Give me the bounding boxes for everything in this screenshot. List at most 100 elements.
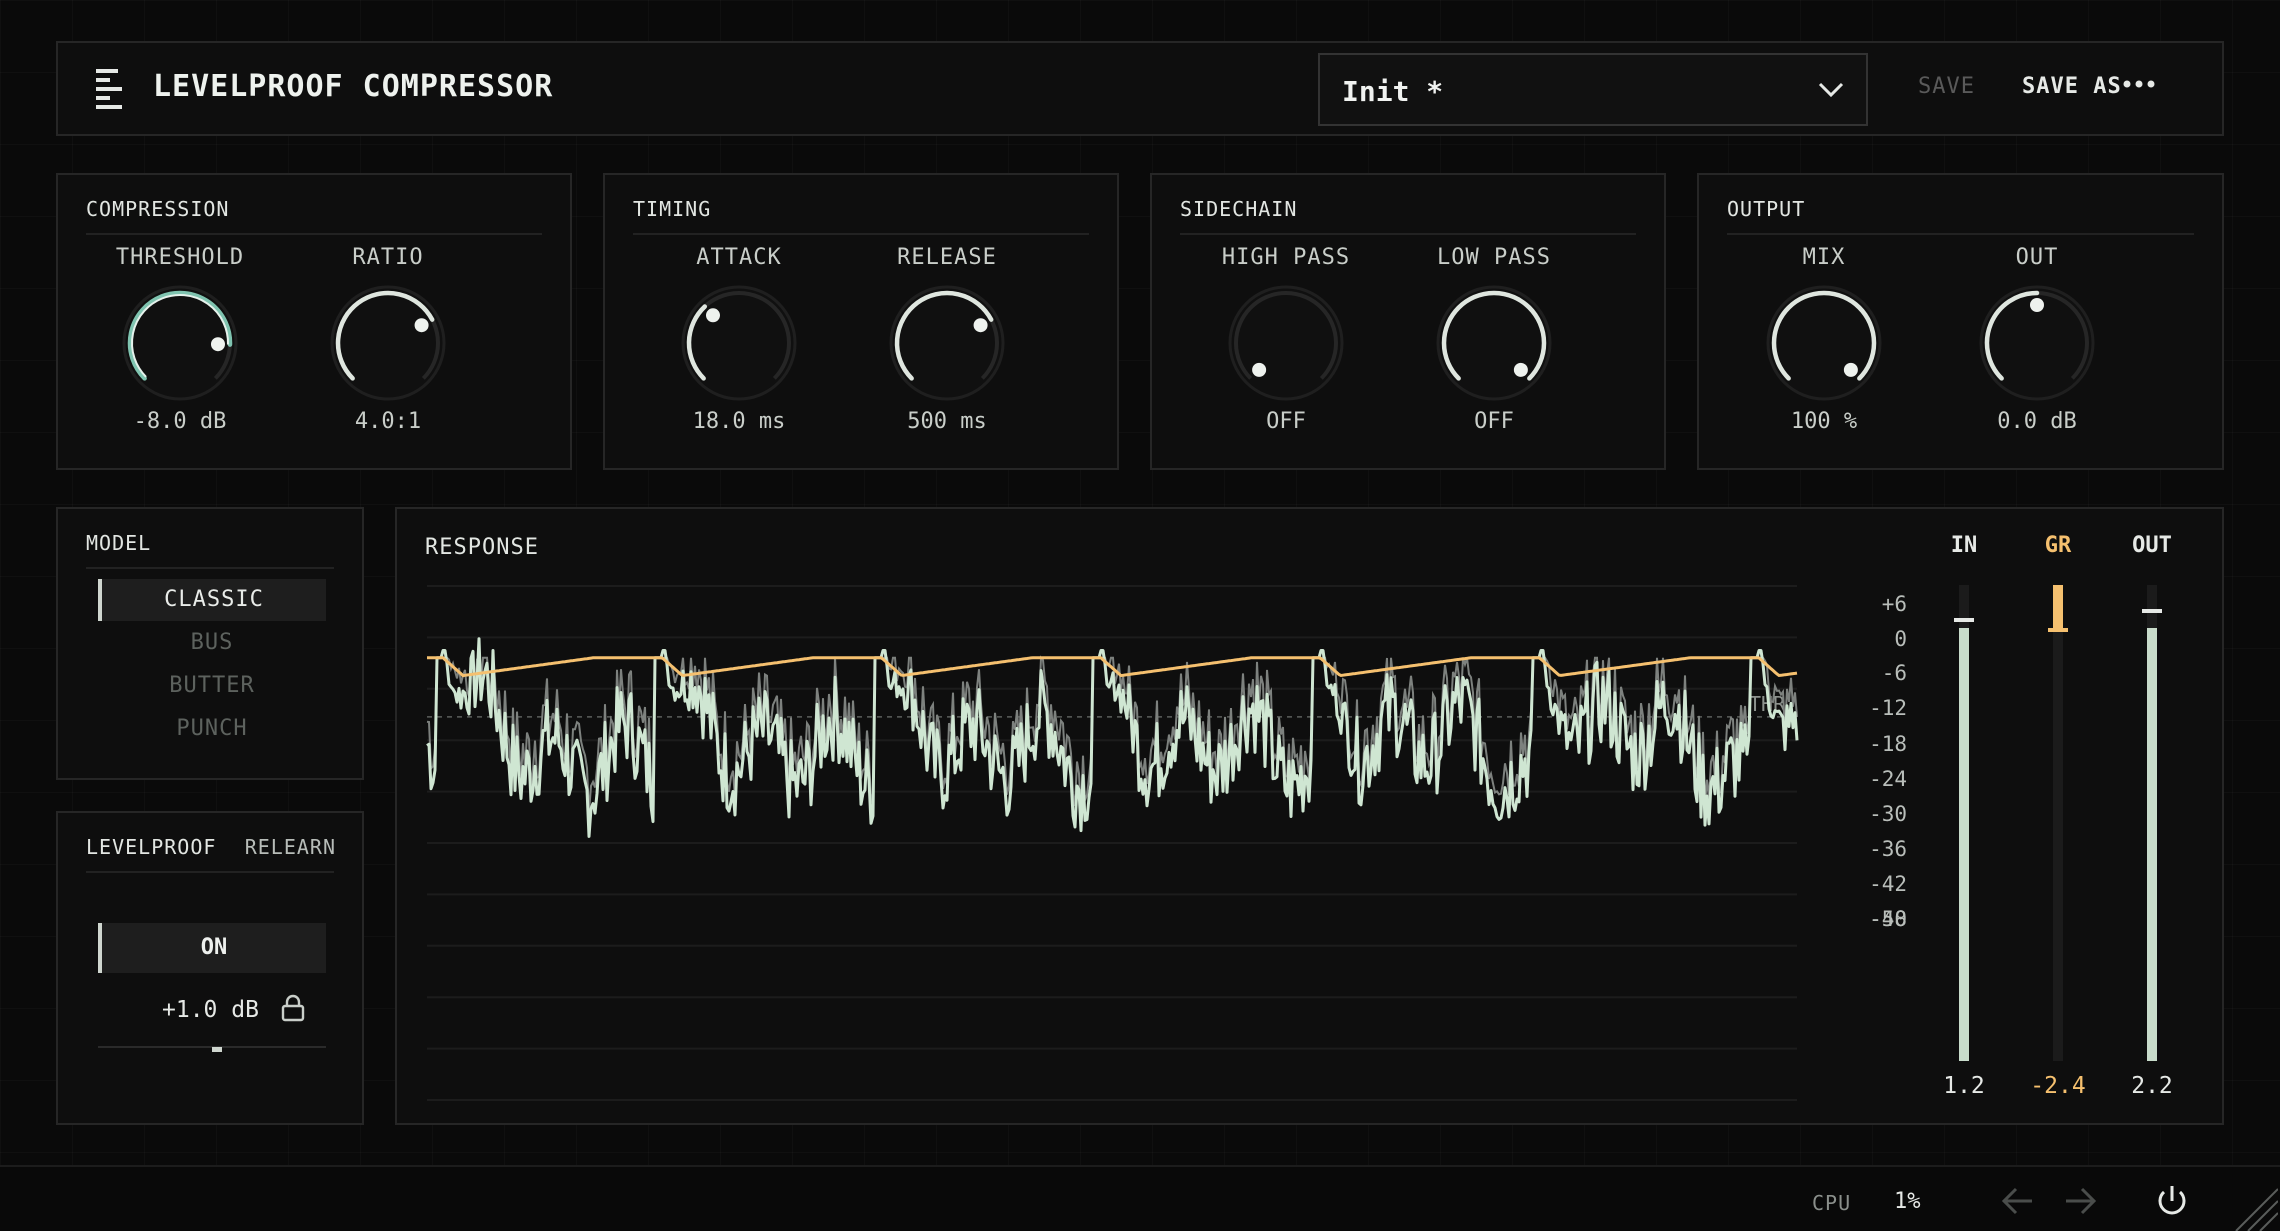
meter-value-gr: -2.4 — [2018, 1073, 2098, 1099]
out-label: OUT — [1952, 245, 2122, 270]
attack-label: ATTACK — [654, 245, 824, 270]
relearn-button[interactable]: RELEARN — [245, 835, 336, 859]
divider — [633, 233, 1089, 235]
attack-value: 18.0 ms — [654, 409, 824, 434]
preset-dropdown[interactable]: Init * — [1318, 53, 1868, 126]
header-bar: LEVELPROOF COMPRESSOR Init * SAVE SAVE A… — [56, 41, 2224, 136]
db-scale-label: -36 — [1847, 837, 1907, 861]
ratio-label: RATIO — [303, 245, 473, 270]
resize-grip-icon[interactable] — [2232, 1185, 2278, 1231]
attack-knob-group: ATTACK 18.0 ms — [654, 245, 824, 425]
db-scale-label: -30 — [1847, 802, 1907, 826]
db-scale-label: -24 — [1847, 767, 1907, 791]
model-section: MODEL CLASSIC BUS BUTTER PUNCH — [56, 507, 364, 780]
release-value: 500 ms — [862, 409, 1032, 434]
high-pass-knob[interactable] — [1226, 283, 1346, 403]
low-pass-label: LOW PASS — [1409, 245, 1579, 270]
model-item-butter[interactable]: BUTTER — [98, 665, 326, 707]
low-pass-value: OFF — [1409, 409, 1579, 434]
divider — [1727, 233, 2194, 235]
db-scale-label: -12 — [1847, 696, 1907, 720]
knob-indicator-dot — [706, 308, 720, 322]
knob-indicator-dot — [211, 337, 225, 351]
power-icon[interactable] — [2152, 1181, 2192, 1221]
response-graph: THR — [397, 509, 2226, 1127]
knob-indicator-dot — [974, 318, 988, 332]
low-pass-knob-group: LOW PASS OFF — [1409, 245, 1579, 425]
out-knob[interactable] — [1977, 283, 2097, 403]
attack-knob[interactable] — [679, 283, 799, 403]
knob-indicator-dot — [1252, 363, 1266, 377]
response-title: RESPONSE — [425, 535, 539, 560]
model-item-punch[interactable]: PUNCH — [98, 708, 326, 750]
db-scale-label: 0 — [1847, 627, 1907, 651]
divider — [86, 567, 334, 569]
db-scale-label: -6 — [1847, 661, 1907, 685]
arrow-left-icon[interactable] — [1998, 1181, 2038, 1221]
save-as-button[interactable]: SAVE AS — [2022, 74, 2122, 99]
meter-value-in: 1.2 — [1924, 1073, 2004, 1099]
low-pass-knob[interactable] — [1434, 283, 1554, 403]
graph-grid — [427, 586, 1797, 1100]
meter-peak-in — [1954, 618, 1974, 622]
levelproof-slider-handle[interactable] — [212, 1047, 222, 1052]
compression-section: COMPRESSION THRESHOLD -8.0 dB RATIO 4.0:1 — [56, 173, 572, 470]
knob-indicator-dot — [2030, 298, 2044, 312]
mix-label: MIX — [1739, 245, 1909, 270]
high-pass-label: HIGH PASS — [1201, 245, 1371, 270]
mix-value: 100 % — [1739, 409, 1909, 434]
arrow-right-icon[interactable] — [2060, 1181, 2100, 1221]
db-scale-label: -42 — [1847, 872, 1907, 896]
mix-knob-group: MIX 100 % — [1739, 245, 1909, 425]
release-knob[interactable] — [887, 283, 1007, 403]
high-pass-knob-group: HIGH PASS OFF — [1201, 245, 1371, 425]
mix-knob[interactable] — [1764, 283, 1884, 403]
high-pass-value: OFF — [1201, 409, 1371, 434]
meter-track-gr — [2053, 585, 2063, 1061]
ratio-knob-group: RATIO 4.0:1 — [303, 245, 473, 425]
divider — [86, 871, 334, 873]
compression-title: COMPRESSION — [86, 197, 229, 221]
levelproof-toggle[interactable]: ON — [98, 923, 326, 973]
cpu-label: CPU — [1812, 1191, 1851, 1215]
meter-label-in: IN — [1934, 533, 1994, 558]
meter-peak-out — [2142, 609, 2162, 613]
knob-indicator-dot — [415, 318, 429, 332]
save-button[interactable]: SAVE — [1918, 74, 1975, 99]
divider — [86, 233, 542, 235]
preset-name: Init * — [1342, 75, 1443, 108]
db-scale-label: +6 — [1847, 592, 1907, 616]
threshold-knob[interactable] — [120, 283, 240, 403]
footer-bar: CPU 1% — [0, 1165, 2280, 1231]
knob-indicator-dot — [1514, 363, 1528, 377]
meter-label-gr: GR — [2028, 533, 2088, 558]
levelproof-section: LEVELPROOF RELEARN ON +1.0 dB — [56, 811, 364, 1125]
cpu-value: 1% — [1894, 1189, 1921, 1214]
release-label: RELEASE — [862, 245, 1032, 270]
model-item-classic[interactable]: CLASSIC — [98, 579, 326, 621]
out-value: 0.0 dB — [1952, 409, 2122, 434]
threshold-value: -8.0 dB — [95, 409, 265, 434]
divider — [1180, 233, 1636, 235]
levelproof-title: LEVELPROOF — [86, 835, 216, 859]
sidechain-section: SIDECHAIN HIGH PASS OFF LOW PASS OFF — [1150, 173, 1666, 470]
model-title: MODEL — [86, 531, 151, 555]
app-title: LEVELPROOF COMPRESSOR — [153, 69, 553, 104]
threshold-label: THRESHOLD — [95, 245, 265, 270]
ratio-value: 4.0:1 — [303, 409, 473, 434]
meter-fill-gr — [2053, 585, 2063, 628]
ratio-knob[interactable] — [328, 283, 448, 403]
menu-bars-icon[interactable] — [96, 69, 126, 109]
output-title: OUTPUT — [1727, 197, 1805, 221]
model-item-bus[interactable]: BUS — [98, 622, 326, 664]
meter-label-out: OUT — [2122, 533, 2182, 558]
meter-value-out: 2.2 — [2112, 1073, 2192, 1099]
timing-title: TIMING — [633, 197, 711, 221]
threshold-knob-group: THRESHOLD -8.0 dB — [95, 245, 265, 425]
output-section: OUTPUT MIX 100 % OUT 0.0 dB — [1697, 173, 2224, 470]
lock-icon[interactable] — [278, 993, 308, 1023]
levelproof-value: +1.0 dB — [162, 997, 259, 1023]
response-section: THR RESPONSE +6 0 -6 -12 -18 -24 -30 -36 -42 -48-… — [395, 507, 2224, 1125]
more-dots-icon[interactable] — [2121, 69, 2161, 99]
meter-fill-out — [2147, 628, 2157, 1061]
